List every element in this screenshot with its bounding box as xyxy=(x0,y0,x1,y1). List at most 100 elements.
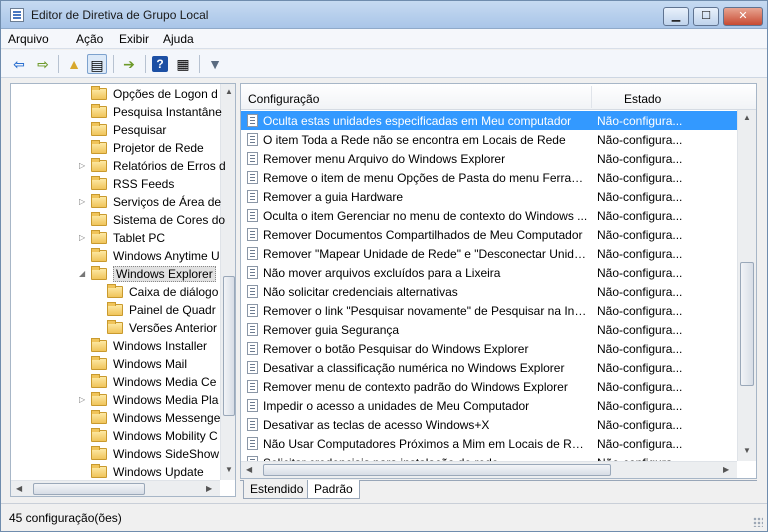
back-arrow-icon[interactable]: ⇦ xyxy=(9,54,29,74)
tree-item-label: RSS Feeds xyxy=(113,177,175,191)
policy-state: Não-configura... xyxy=(597,361,683,375)
close-button[interactable]: ✕ xyxy=(723,7,763,26)
list-vertical-scrollbar[interactable]: ▲ ▼ xyxy=(737,110,756,461)
policy-row[interactable]: Remover "Mapear Unidade de Rede" e "Desc… xyxy=(241,244,737,263)
filter-icon[interactable]: ▼ xyxy=(205,54,225,74)
column-header-config[interactable]: Configuração xyxy=(248,92,319,106)
policy-row[interactable]: O item Toda a Rede não se encontra em Lo… xyxy=(241,130,737,149)
gpedit-window: Editor de Diretiva de Grupo Local ▁ ☐ ✕ … xyxy=(0,0,768,532)
list-vscroll-thumb[interactable] xyxy=(740,262,754,386)
policy-row[interactable]: Desativar as teclas de acesso Windows+X N… xyxy=(241,415,737,434)
expand-icon[interactable]: ▷ xyxy=(79,161,88,170)
tree-item[interactable]: Windows Mail xyxy=(11,355,220,373)
tree-hscroll-thumb[interactable] xyxy=(33,483,145,495)
tree-item-label: Pesquisa Instantâne xyxy=(113,105,222,119)
tree-item[interactable]: Windows Installer xyxy=(11,337,220,355)
list-hscroll-thumb[interactable] xyxy=(263,464,611,476)
tree-vscroll-thumb[interactable] xyxy=(223,276,235,416)
up-folder-icon[interactable]: ▲ xyxy=(64,54,84,74)
tree-item[interactable]: Windows Mobility C xyxy=(11,427,220,445)
properties-icon[interactable]: ▦ xyxy=(173,54,193,74)
tab-estendido[interactable]: Estendido xyxy=(243,480,311,499)
tree-item[interactable]: ▷ Tablet PC xyxy=(11,229,220,247)
tree-item[interactable]: Opções de Logon d xyxy=(11,85,220,103)
scroll-up-icon[interactable]: ▲ xyxy=(225,87,233,96)
export-list-icon[interactable]: ➔ xyxy=(119,54,139,74)
tree-item[interactable]: Windows Messenge xyxy=(11,409,220,427)
policy-setting-icon xyxy=(247,304,258,317)
scroll-left-icon[interactable]: ◀ xyxy=(16,484,22,493)
tree-item[interactable]: Windows SideShow xyxy=(11,445,220,463)
tab-padrao[interactable]: Padrão xyxy=(307,480,360,499)
menu-exibir[interactable]: Exibir xyxy=(119,32,149,46)
tree-vertical-scrollbar[interactable]: ▲ ▼ xyxy=(220,84,235,480)
expand-icon[interactable]: ▷ xyxy=(79,395,88,404)
tree-item[interactable]: Windows Media Ce xyxy=(11,373,220,391)
folder-icon xyxy=(91,464,107,478)
policy-row[interactable]: Remover Documentos Compartilhados de Meu… xyxy=(241,225,737,244)
folder-icon xyxy=(91,428,107,442)
policy-row[interactable]: Remover a guia Hardware Não-configura... xyxy=(241,187,737,206)
policy-row[interactable]: Remover o botão Pesquisar do Windows Exp… xyxy=(241,339,737,358)
tree-item[interactable]: Versões Anterior xyxy=(11,319,220,337)
tree-item[interactable]: Painel de Quadr xyxy=(11,301,220,319)
tree-item[interactable]: Projetor de Rede xyxy=(11,139,220,157)
policy-row[interactable]: Não mover arquivos excluídos para a Lixe… xyxy=(241,263,737,282)
list-horizontal-scrollbar[interactable]: ◀ ▶ xyxy=(241,461,737,478)
policy-row[interactable]: Não solicitar credenciais alternativas Nã… xyxy=(241,282,737,301)
policy-name: Desativar a classificação numérica no Wi… xyxy=(263,361,565,375)
forward-arrow-icon[interactable]: ⇨ xyxy=(33,54,53,74)
column-divider[interactable] xyxy=(591,86,592,108)
tree-item[interactable]: ▷ Relatórios de Erros d xyxy=(11,157,226,175)
tree-item[interactable]: Windows Update xyxy=(11,463,220,481)
column-header-state[interactable]: Estado xyxy=(624,92,661,106)
policy-row[interactable]: Remover menu de contexto padrão do Windo… xyxy=(241,377,737,396)
policy-row[interactable]: Desativar a classificação numérica no Wi… xyxy=(241,358,737,377)
policy-setting-icon xyxy=(247,437,258,450)
policy-state: Não-configura... xyxy=(597,190,683,204)
tree-item[interactable]: ▷ Windows Media Pla xyxy=(11,391,220,409)
maximize-button[interactable]: ☐ xyxy=(693,7,719,26)
menu-ajuda[interactable]: Ajuda xyxy=(163,32,194,46)
title-bar[interactable]: Editor de Diretiva de Grupo Local ▁ ☐ ✕ xyxy=(1,1,767,29)
status-text: 45 configuração(ões) xyxy=(9,511,122,525)
collapse-icon[interactable]: ◢ xyxy=(79,269,88,278)
tree-item[interactable]: ▷ Serviços de Área de xyxy=(11,193,221,211)
policy-row[interactable]: Remover menu Arquivo do Windows Explorer… xyxy=(241,149,737,168)
policy-row[interactable]: Oculta o item Gerenciar no menu de conte… xyxy=(241,206,737,225)
help-icon[interactable]: ? xyxy=(152,56,168,72)
resize-grip-icon[interactable] xyxy=(753,517,763,527)
expand-icon[interactable]: ▷ xyxy=(79,233,88,242)
tree-item[interactable]: Windows Anytime U xyxy=(11,247,220,265)
show-hide-tree-icon[interactable]: ▤ xyxy=(87,54,107,74)
scroll-right-icon[interactable]: ▶ xyxy=(723,465,729,474)
tree-item[interactable]: ◢ Windows Explorer xyxy=(11,265,220,283)
policy-row[interactable]: Remover guia Segurança Não-configura... xyxy=(241,320,737,339)
policy-row[interactable]: Oculta estas unidades especificadas em M… xyxy=(241,111,737,130)
expand-icon[interactable]: ▷ xyxy=(79,197,88,206)
policy-row[interactable]: Remove o item de menu Opções de Pasta do… xyxy=(241,168,737,187)
tree-item[interactable]: Sistema de Cores do xyxy=(11,211,225,229)
policy-row[interactable]: Remover o link "Pesquisar novamente" de … xyxy=(241,301,737,320)
tree-horizontal-scrollbar[interactable]: ◀ ▶ xyxy=(11,480,220,496)
policy-name: Remover o botão Pesquisar do Windows Exp… xyxy=(263,342,529,356)
tree-item-label: Relatórios de Erros d xyxy=(113,159,226,173)
tree-item[interactable]: Pesquisar xyxy=(11,121,220,139)
settings-list: Configuração Estado Oculta estas unidade… xyxy=(240,83,757,479)
scroll-left-icon[interactable]: ◀ xyxy=(246,465,252,474)
minimize-button[interactable]: ▁ xyxy=(663,7,689,26)
tree-item[interactable]: RSS Feeds xyxy=(11,175,220,193)
menu-acao[interactable]: Ação xyxy=(76,32,103,46)
tree-item-label: Windows Mobility C xyxy=(113,429,218,443)
policy-row[interactable]: Não Usar Computadores Próximos a Mim em … xyxy=(241,434,737,453)
scroll-right-icon[interactable]: ▶ xyxy=(206,484,212,493)
policy-setting-icon xyxy=(247,285,258,298)
scroll-down-icon[interactable]: ▼ xyxy=(743,446,751,455)
tree-item[interactable]: Pesquisa Instantâne xyxy=(11,103,222,121)
tree-item[interactable]: Caixa de diálogo xyxy=(11,283,220,301)
policy-row[interactable]: Impedir o acesso a unidades de Meu Compu… xyxy=(241,396,737,415)
menu-arquivo[interactable]: Arquivo xyxy=(8,32,49,46)
scroll-up-icon[interactable]: ▲ xyxy=(743,113,751,122)
policy-name: Remover menu Arquivo do Windows Explorer xyxy=(263,152,506,166)
scroll-down-icon[interactable]: ▼ xyxy=(225,465,233,474)
